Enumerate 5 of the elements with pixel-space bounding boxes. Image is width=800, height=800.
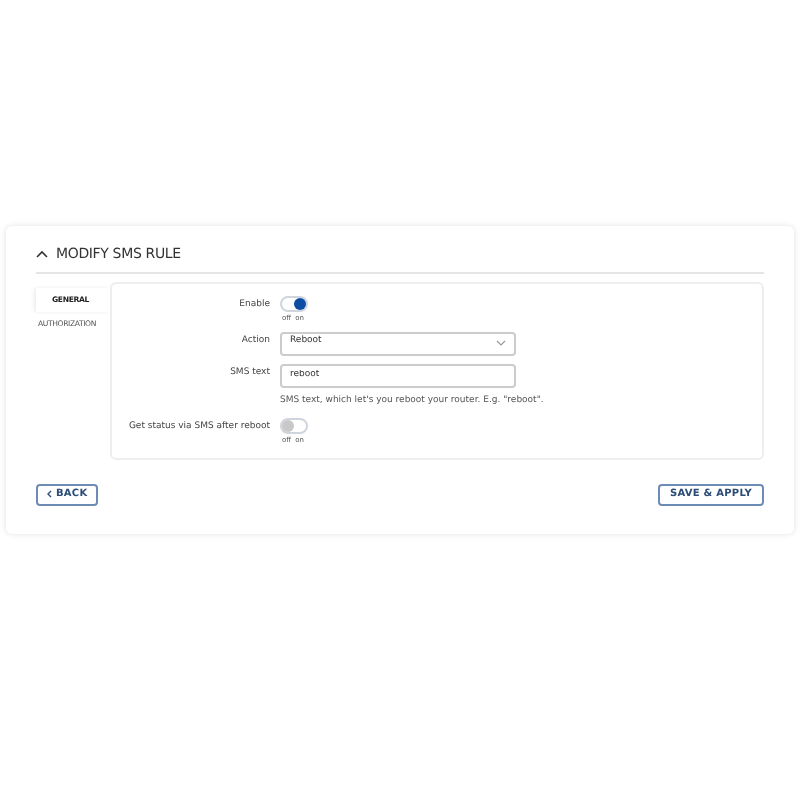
toggle-switch[interactable] xyxy=(280,295,308,311)
chevron-down-icon xyxy=(496,340,506,347)
toggle-switch[interactable] xyxy=(280,417,308,433)
chevron-left-icon xyxy=(46,490,52,499)
chevron-up-icon[interactable] xyxy=(36,250,48,259)
